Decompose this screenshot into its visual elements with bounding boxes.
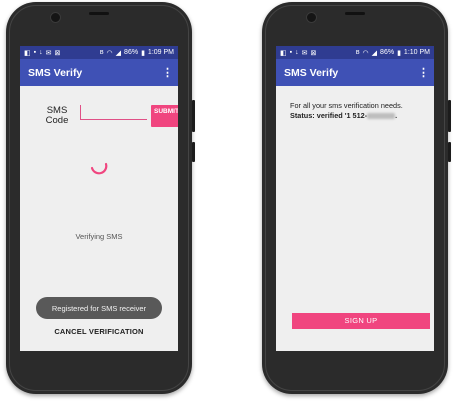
progress-text: Verifying SMS <box>75 232 123 241</box>
power-button <box>192 142 195 162</box>
battery-icon: ▮ <box>141 49 145 57</box>
notification-icon: ◧ <box>24 49 31 57</box>
download-icon: ↓ <box>39 49 43 56</box>
clock: 1:09 PM <box>147 49 174 56</box>
front-camera <box>306 12 317 23</box>
sim-icon: ▪ <box>289 49 293 56</box>
download-icon: ↓ <box>295 49 299 56</box>
toast-message: Registered for SMS receiver <box>36 297 162 319</box>
battery-level: 86% <box>124 49 139 56</box>
volume-button <box>448 100 451 132</box>
screen-left: ◧ ▪ ↓ ✉ ⊠ ʙ ◠ ◢ 86% ▮ 1:09 PM SMS Verify… <box>20 46 178 351</box>
sync-icon: ⊠ <box>54 49 61 57</box>
speaker-grille <box>89 12 109 15</box>
status-line: Status: verified '1 512-. <box>290 111 403 121</box>
signal-icon: ◢ <box>371 49 378 57</box>
signal-icon: ◢ <box>115 49 122 57</box>
notification-icon: ◧ <box>280 49 287 57</box>
volume-button <box>192 100 195 132</box>
app-title: SMS Verify <box>284 66 339 79</box>
main-content: For all your sms verification needs. Sta… <box>276 86 434 351</box>
sync-icon: ⊠ <box>310 49 317 57</box>
status-bar: ◧ ▪ ↓ ✉ ⊠ ʙ ◠ ◢ 86% ▮ 1:09 PM <box>20 46 178 59</box>
main-content: SMS Code SUBMIT Verifying SMS Registered… <box>20 86 178 351</box>
front-camera <box>50 12 61 23</box>
sms-code-input[interactable] <box>80 105 147 120</box>
app-bar: SMS Verify ⋮ <box>20 59 178 86</box>
clock: 1:10 PM <box>403 49 430 56</box>
bluetooth-icon: ʙ <box>355 49 360 56</box>
more-vert-icon[interactable]: ⋮ <box>162 66 173 79</box>
mail-icon: ✉ <box>301 49 308 57</box>
wifi-icon: ◠ <box>106 49 113 57</box>
sim-icon: ▪ <box>33 49 37 56</box>
redacted-number <box>367 113 396 120</box>
speaker-grille <box>345 12 365 15</box>
mail-icon: ✉ <box>45 49 52 57</box>
progress-spinner <box>90 162 108 175</box>
status-label: Status: verified '1 512- <box>290 111 368 120</box>
status-suffix: . <box>395 111 398 120</box>
app-title: SMS Verify <box>28 66 83 79</box>
info-block: For all your sms verification needs. Sta… <box>290 101 403 121</box>
status-bar: ◧ ▪ ↓ ✉ ⊠ ʙ ◠ ◢ 86% ▮ 1:10 PM <box>276 46 434 59</box>
wifi-icon: ◠ <box>362 49 369 57</box>
bluetooth-icon: ʙ <box>99 49 104 56</box>
screen-right: ◧ ▪ ↓ ✉ ⊠ ʙ ◠ ◢ 86% ▮ 1:10 PM SMS Verify… <box>276 46 434 351</box>
submit-button[interactable]: SUBMIT <box>151 105 178 127</box>
phone-right: ◧ ▪ ↓ ✉ ⊠ ʙ ◠ ◢ 86% ▮ 1:10 PM SMS Verify… <box>262 2 451 394</box>
sms-code-label: SMS Code <box>45 105 69 126</box>
battery-icon: ▮ <box>397 49 401 57</box>
sign-up-button[interactable]: SIGN UP <box>292 313 430 329</box>
cancel-verification-button[interactable]: CANCEL VERIFICATION <box>20 327 178 336</box>
power-button <box>448 142 451 162</box>
app-bar: SMS Verify ⋮ <box>276 59 434 86</box>
battery-level: 86% <box>380 49 395 56</box>
phone-left: ◧ ▪ ↓ ✉ ⊠ ʙ ◠ ◢ 86% ▮ 1:09 PM SMS Verify… <box>6 2 195 394</box>
info-line: For all your sms verification needs. <box>290 101 403 110</box>
more-vert-icon[interactable]: ⋮ <box>418 66 429 79</box>
